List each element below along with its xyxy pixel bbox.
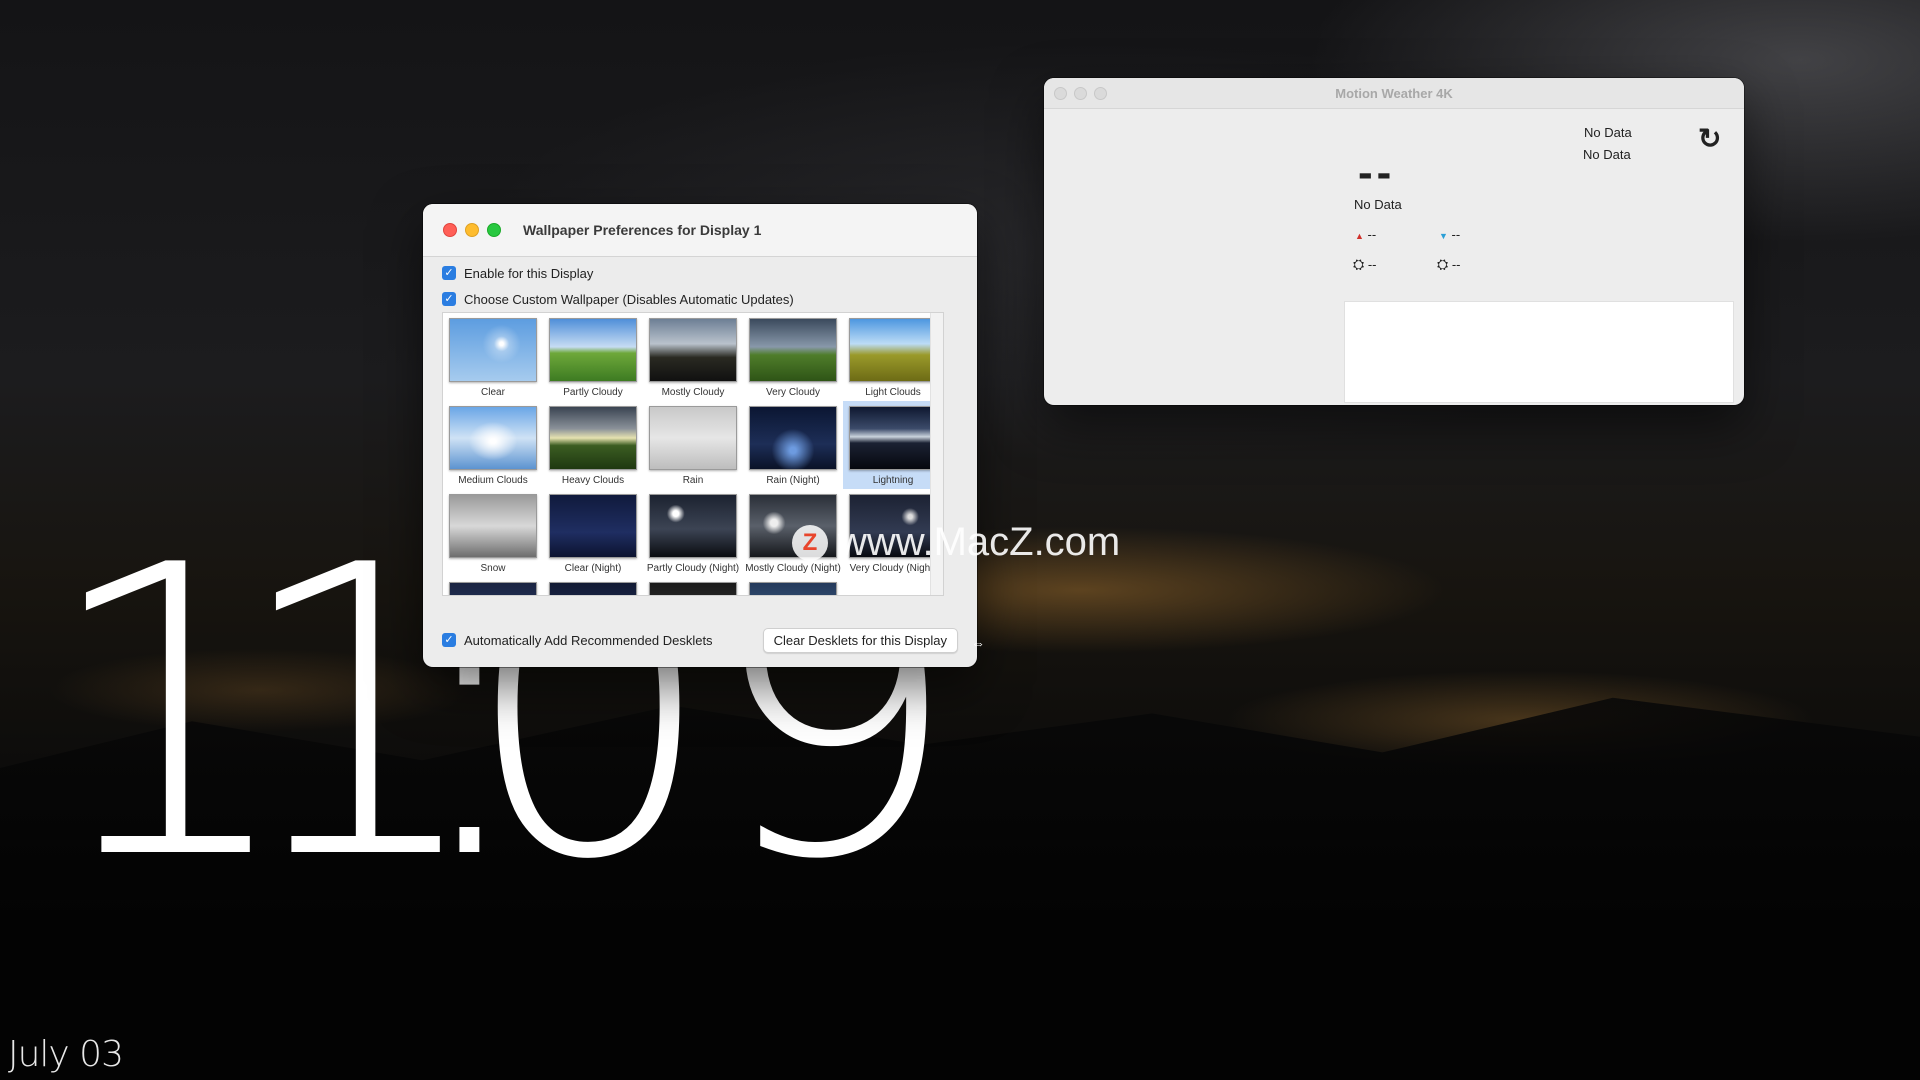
wallpaper-tile-label: Mostly Cloudy: [661, 387, 725, 398]
weather-window-title: Motion Weather 4K: [1335, 85, 1453, 101]
motion-weather-window: Motion Weather 4K No Data No Data ↻ -- N…: [1044, 78, 1744, 405]
wallpaper-tile-rain-night[interactable]: Rain (Night): [743, 401, 843, 489]
custom-wallpaper-label: Choose Custom Wallpaper (Disables Automa…: [464, 291, 794, 307]
prefs-bottom-row: ✓ Automatically Add Recommended Desklets…: [423, 624, 977, 656]
date-display: July 03: [8, 1034, 124, 1075]
clock-hour-digit-2: 1: [232, 482, 487, 947]
wallpaper-tile-label: Rain: [682, 475, 704, 486]
wallpaper-thumbnail: [549, 494, 637, 558]
forecast-panel: [1344, 301, 1734, 403]
wallpaper-tile-label: Rain (Night): [766, 475, 820, 486]
wallpaper-thumbnail: [449, 318, 537, 382]
wallpaper-thumbnail: [649, 318, 737, 382]
wallpaper-tile-partial[interactable]: [743, 577, 843, 595]
close-button[interactable]: [443, 223, 457, 237]
wallpaper-thumbnail: [749, 406, 837, 470]
wallpaper-thumbnail: [549, 318, 637, 382]
wallpaper-thumbnail: [549, 406, 637, 470]
wallpaper-tile-lightning[interactable]: Lightning: [843, 401, 943, 489]
sunset-value: --: [1451, 257, 1461, 272]
enable-display-checkbox[interactable]: ✓: [442, 266, 456, 280]
condition-text: No Data: [1354, 197, 1402, 212]
auto-desklets-checkbox[interactable]: ✓: [442, 633, 456, 647]
sunrise: ⛭ --: [1353, 256, 1377, 273]
wallpaper-thumbnail: [649, 494, 737, 558]
sunset: ⛭ --: [1437, 256, 1461, 273]
wallpaper-tile-partial[interactable]: [543, 577, 643, 595]
wallpaper-tile-label: Heavy Clouds: [561, 475, 625, 486]
wallpaper-tile-very-cloudy[interactable]: Very Cloudy: [743, 313, 843, 401]
weather-titlebar[interactable]: Motion Weather 4K: [1044, 78, 1744, 109]
resize-cursor-icon: ⇔: [971, 635, 985, 651]
window-controls: [443, 223, 501, 237]
custom-wallpaper-row[interactable]: ✓ Choose Custom Wallpaper (Disables Auto…: [423, 286, 977, 312]
wallpaper-tile-partly-cloudy-night[interactable]: Partly Cloudy (Night): [643, 489, 743, 577]
sunset-icon: ⛭: [1437, 256, 1449, 272]
wallpaper-tile-label: Snow: [480, 563, 506, 574]
wallpaper-tile-label: Light Clouds: [865, 387, 921, 398]
wallpaper-thumbnail: [649, 582, 737, 595]
wallpaper-tile-snow[interactable]: Snow: [443, 489, 543, 577]
wallpaper-thumbnail: [849, 318, 937, 382]
low-temp-value: --: [1451, 227, 1461, 242]
wallpaper-tile-label: Clear (Night): [564, 563, 622, 574]
wallpaper-tile-heavy-clouds[interactable]: Heavy Clouds: [543, 401, 643, 489]
high-arrow-icon: ▲: [1355, 231, 1364, 241]
sunrise-value: --: [1367, 257, 1377, 272]
wallpaper-tile-label: Very Cloudy: [766, 387, 820, 398]
wallpaper-tile-clear-night[interactable]: Clear (Night): [543, 489, 643, 577]
wallpaper-tile-medium-clouds[interactable]: Medium Clouds: [443, 401, 543, 489]
refresh-icon[interactable]: ↻: [1698, 122, 1721, 155]
wallpaper-thumbnail: [649, 406, 737, 470]
wallpaper-tile-mostly-cloudy[interactable]: Mostly Cloudy: [643, 313, 743, 401]
wallpaper-tile-partial[interactable]: [443, 577, 543, 595]
wallpaper-thumbnail: [749, 582, 837, 595]
low-temp: ▼ --: [1439, 227, 1460, 242]
auto-desklets-label: Automatically Add Recommended Desklets: [464, 632, 713, 648]
custom-wallpaper-checkbox[interactable]: ✓: [442, 292, 456, 306]
prefs-window-title: Wallpaper Preferences for Display 1: [523, 222, 762, 238]
wallpaper-tile-light-clouds[interactable]: Light Clouds: [843, 313, 943, 401]
wallpaper-tile-label: Partly Cloudy: [563, 387, 623, 398]
high-temp: ▲ --: [1355, 227, 1376, 242]
temperature-value: --: [1358, 148, 1396, 197]
low-arrow-icon: ▼: [1439, 231, 1448, 241]
zoom-button[interactable]: [487, 223, 501, 237]
sunrise-icon: ⛭: [1353, 256, 1365, 272]
clock-hour-digit-1: 1: [42, 482, 297, 947]
wallpaper-tile-label: Partly Cloudy (Night): [646, 563, 740, 574]
location-text: No Data: [1584, 125, 1632, 140]
wallpaper-tile-label: Lightning: [872, 475, 914, 486]
high-temp-value: --: [1367, 227, 1377, 242]
wallpaper-tile-clear[interactable]: Clear: [443, 313, 543, 401]
wallpaper-tile-label: Medium Clouds: [458, 475, 528, 486]
watermark-logo-icon: Z: [792, 524, 828, 561]
enable-display-label: Enable for this Display: [464, 265, 594, 281]
updated-text: No Data: [1583, 147, 1631, 162]
wallpaper-tile-label: Clear: [481, 387, 505, 398]
wallpaper-tile-partly-cloudy[interactable]: Partly Cloudy: [543, 313, 643, 401]
wallpaper-tile-partial[interactable]: [643, 577, 743, 595]
watermark-text: www.MacZ.com: [838, 520, 1121, 564]
wallpaper-thumbnail: [849, 406, 937, 470]
wallpaper-tile-rain[interactable]: Rain: [643, 401, 743, 489]
wallpaper-thumbnail: [449, 494, 537, 558]
auto-desklets-row[interactable]: ✓ Automatically Add Recommended Desklets: [442, 627, 713, 653]
wallpaper-thumbnail: [749, 318, 837, 382]
enable-display-row[interactable]: ✓ Enable for this Display: [423, 260, 977, 286]
minimize-button[interactable]: [465, 223, 479, 237]
watermark: Z www.MacZ.com: [792, 520, 1120, 565]
prefs-titlebar[interactable]: Wallpaper Preferences for Display 1: [423, 204, 977, 257]
wallpaper-thumbnail: [549, 582, 637, 595]
clear-desklets-button[interactable]: Clear Desklets for this Display: [762, 627, 958, 653]
wallpaper-preferences-window: Wallpaper Preferences for Display 1 ✓ En…: [423, 204, 977, 667]
wallpaper-thumbnail: [449, 582, 537, 595]
wallpaper-thumbnail: [449, 406, 537, 470]
